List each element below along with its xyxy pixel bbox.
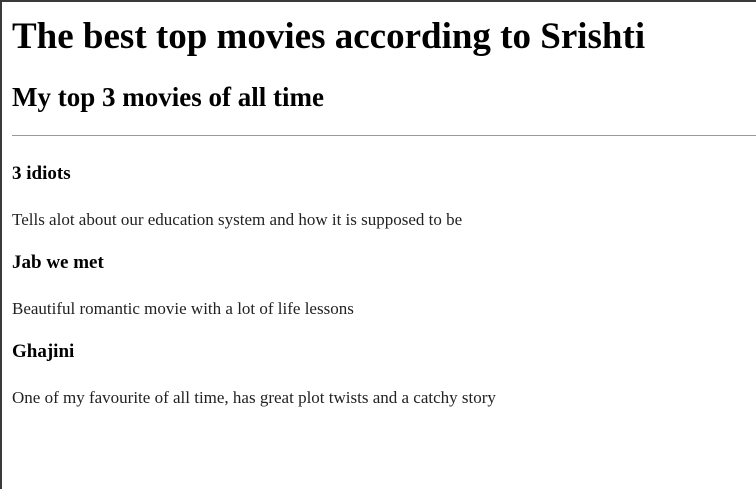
- divider: [12, 135, 756, 136]
- movie-title: Jab we met: [12, 252, 104, 273]
- page-subtitle: My top 3 movies of all time: [12, 82, 324, 112]
- movie-item-3-idiots: 3 idiots Tells alot about our education …: [12, 162, 756, 231]
- page-content: The best top movies according to Srishti…: [2, 2, 756, 409]
- movie-item-ghajini: Ghajini One of my favourite of all time,…: [12, 340, 756, 409]
- movie-title: 3 idiots: [12, 163, 71, 184]
- movie-title: Ghajini: [12, 341, 75, 362]
- browser-viewport: The best top movies according to Srishti…: [0, 0, 756, 489]
- movie-item-jab-we-met: Jab we met Beautiful romantic movie with…: [12, 251, 756, 320]
- movie-description: Tells alot about our education system an…: [12, 210, 463, 229]
- movie-description: One of my favourite of all time, has gre…: [12, 388, 496, 407]
- page-title: The best top movies according to Srishti: [12, 16, 646, 57]
- movie-description: Beautiful romantic movie with a lot of l…: [12, 299, 354, 318]
